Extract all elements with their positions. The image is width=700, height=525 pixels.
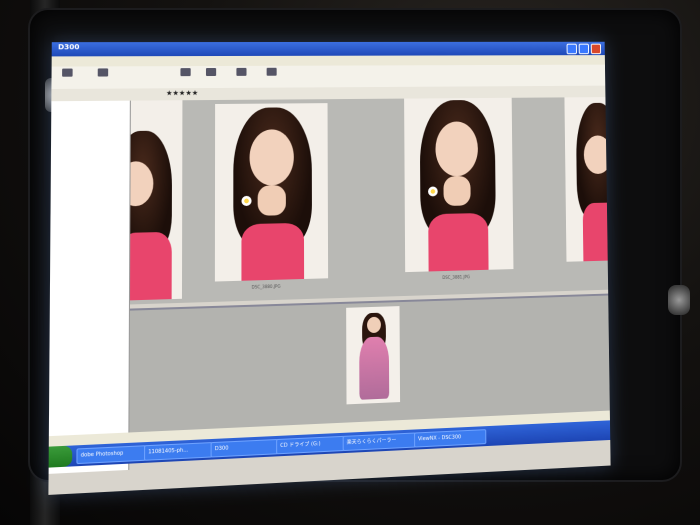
monitor-screen: D300 ★★★★★ DSC_3880.JPG DSC_3881.JPG dob… [48,41,611,495]
fileconvert-icon[interactable] [263,67,281,84]
taskbar-item-d300[interactable]: D300 [210,438,279,458]
maximize-icon[interactable] [578,43,590,55]
taskbar-item-folder[interactable]: 11081405-ph... [144,442,213,461]
print-icon[interactable] [176,68,194,84]
minimize-icon[interactable] [566,43,577,55]
arm-clamp-right [668,285,690,315]
folder-icon[interactable] [58,68,77,85]
mail-icon[interactable] [202,67,220,84]
thumbnail-3[interactable] [404,97,514,273]
taskbar-item-browser[interactable]: 楽天らくらくパーラー [342,432,417,452]
start-button[interactable] [48,445,73,468]
thumbnail-4[interactable] [564,97,608,262]
folder-tree [48,100,131,474]
star-icon[interactable]: ★★★★★ [166,89,198,97]
window-title: D300 [58,43,80,52]
thumbnail-3-caption: DSC_3881.JPG [442,274,470,280]
preview-image[interactable] [346,306,401,405]
taskbar-item-photoshop[interactable]: dobe Photoshop [76,445,147,465]
rotate-icon[interactable] [93,68,112,84]
slideshow-icon[interactable] [232,67,250,84]
window-controls [566,43,602,55]
taskbar-item-cd-drive[interactable]: CD ドライブ (G:) [276,435,345,455]
taskbar-item-viewnx[interactable]: ViewNX - DSC300 [414,429,487,448]
thumbnail-grid: DSC_3880.JPG DSC_3881.JPG [129,97,609,305]
thumbnail-2-caption: DSC_3880.JPG [251,283,281,290]
window-titlebar: D300 [51,41,605,57]
photo-scene: D300 ★★★★★ DSC_3880.JPG DSC_3881.JPG dob… [0,0,700,525]
thumbnail-1[interactable] [130,100,183,301]
thumbnail-2[interactable] [214,103,329,282]
close-icon[interactable] [590,43,602,55]
